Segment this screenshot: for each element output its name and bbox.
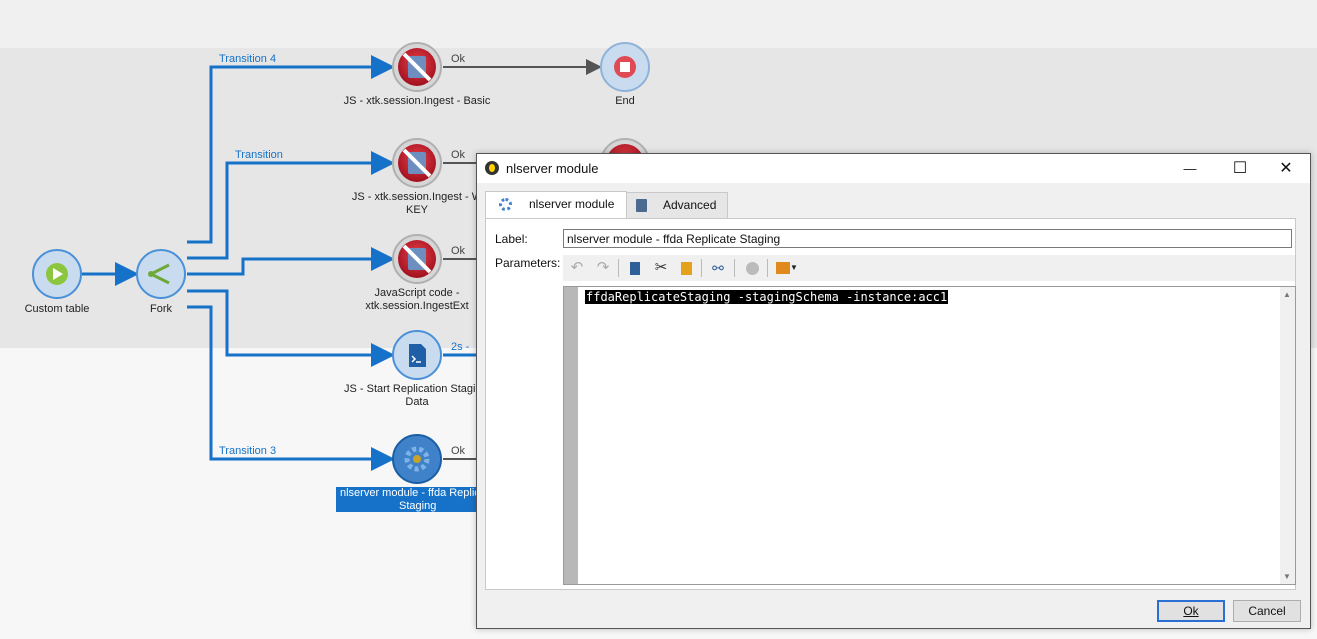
cancel-button[interactable]: Cancel	[1233, 600, 1301, 622]
end-node[interactable]	[600, 42, 650, 92]
redo-icon[interactable]: ↷	[593, 258, 613, 278]
transition-label: Transition	[235, 149, 283, 161]
parameters-editor[interactable]: ffdaReplicateStaging -stagingSchema -ins…	[563, 286, 1296, 585]
nlserver-label-line1: nlserver module - ffda Replic	[340, 487, 480, 499]
transition-4-label: Transition 4	[219, 53, 277, 65]
stop-icon	[620, 62, 630, 72]
js-start-label-line2: Data	[405, 396, 429, 408]
editor-scrollbar[interactable]: ▲ ▼	[1280, 287, 1295, 584]
parameters-code[interactable]: ffdaReplicateStaging -stagingSchema -ins…	[585, 290, 949, 304]
nlserver-node[interactable]	[392, 434, 442, 484]
scroll-up-icon[interactable]: ▲	[1283, 290, 1291, 299]
js-start-label-line1: JS - Start Replication Stagi	[344, 383, 476, 395]
toolbar-separator	[767, 259, 768, 277]
binoculars-icon[interactable]: ⚯	[708, 258, 728, 278]
app-logo-icon	[485, 161, 499, 175]
dialog-titlebar[interactable]: nlserver module — ☐ ✕	[477, 154, 1310, 183]
editor-toolbar: ↶ ↷ ✂ ⚯ ▼	[563, 255, 1295, 281]
cancel-button-label: Cancel	[1248, 604, 1286, 618]
fork-label: Fork	[150, 303, 172, 315]
dialog-panel: Label: nlserver module - ffda Replicate …	[485, 218, 1296, 590]
js-basic-node[interactable]	[392, 42, 442, 92]
clipboard-icon	[636, 199, 647, 212]
ok-label-3: Ok	[451, 245, 466, 257]
paste-icon[interactable]	[676, 258, 696, 278]
minimize-button[interactable]: —	[1167, 154, 1213, 183]
fork-node[interactable]	[136, 249, 186, 299]
ok-button-label: Ok	[1183, 604, 1199, 618]
js-code-label-line2: xtk.session.IngestExt	[365, 300, 469, 312]
tab-nlserver-module[interactable]: nlserver module	[485, 191, 627, 219]
js-w-label-line2: KEY	[405, 204, 428, 216]
undo-icon[interactable]: ↶	[567, 258, 587, 278]
copy-icon[interactable]	[625, 258, 645, 278]
js-code-node[interactable]	[392, 234, 442, 284]
parameters-caption: Parameters:	[495, 256, 561, 270]
js-basic-label: JS - xtk.session.Ingest - Basic	[343, 95, 491, 107]
ok-label-1: Ok	[451, 53, 466, 65]
script-file-icon	[409, 344, 426, 367]
toolbar-separator	[618, 259, 619, 277]
tab-nlserver-module-label: nlserver module	[529, 197, 615, 211]
custom-table-label: Custom table	[24, 303, 90, 315]
insert-dropdown-icon[interactable]: ▼	[773, 258, 801, 278]
ok-label-2: Ok	[451, 149, 466, 161]
nlserver-label-selected: nlserver module - ffda Replic Staging	[336, 487, 480, 512]
toolbar-separator	[734, 259, 735, 277]
two-s-label: 2s -	[451, 341, 470, 353]
tab-advanced[interactable]: Advanced	[626, 192, 728, 218]
end-label: End	[615, 95, 635, 107]
check-icon[interactable]	[742, 258, 762, 278]
dialog-title: nlserver module	[506, 161, 599, 176]
editor-gutter	[564, 287, 578, 584]
cut-icon[interactable]: ✂	[651, 258, 671, 278]
ok-button[interactable]: Ok	[1157, 600, 1225, 622]
transition-3-label: Transition 3	[219, 445, 277, 457]
label-caption: Label:	[495, 232, 528, 246]
js-code-label-line1: JavaScript code -	[374, 287, 460, 299]
tab-advanced-label: Advanced	[663, 198, 717, 212]
gear-icon	[499, 198, 512, 211]
custom-table-node[interactable]	[32, 249, 82, 299]
js-start-node[interactable]	[392, 330, 442, 380]
label-input[interactable]: nlserver module - ffda Replicate Staging	[563, 229, 1292, 248]
js-w-node[interactable]	[392, 138, 442, 188]
maximize-button[interactable]: ☐	[1217, 154, 1263, 183]
scroll-down-icon[interactable]: ▼	[1283, 572, 1291, 581]
nlserver-label-line2: Staging	[399, 500, 437, 512]
js-w-label-line1: JS - xtk.session.Ingest - W	[351, 191, 483, 203]
ok-label-4: Ok	[451, 445, 466, 457]
toolbar-separator	[701, 259, 702, 277]
close-button[interactable]: ✕	[1263, 154, 1309, 183]
nlserver-module-dialog: nlserver module — ☐ ✕ nlserver module Ad…	[476, 153, 1311, 629]
